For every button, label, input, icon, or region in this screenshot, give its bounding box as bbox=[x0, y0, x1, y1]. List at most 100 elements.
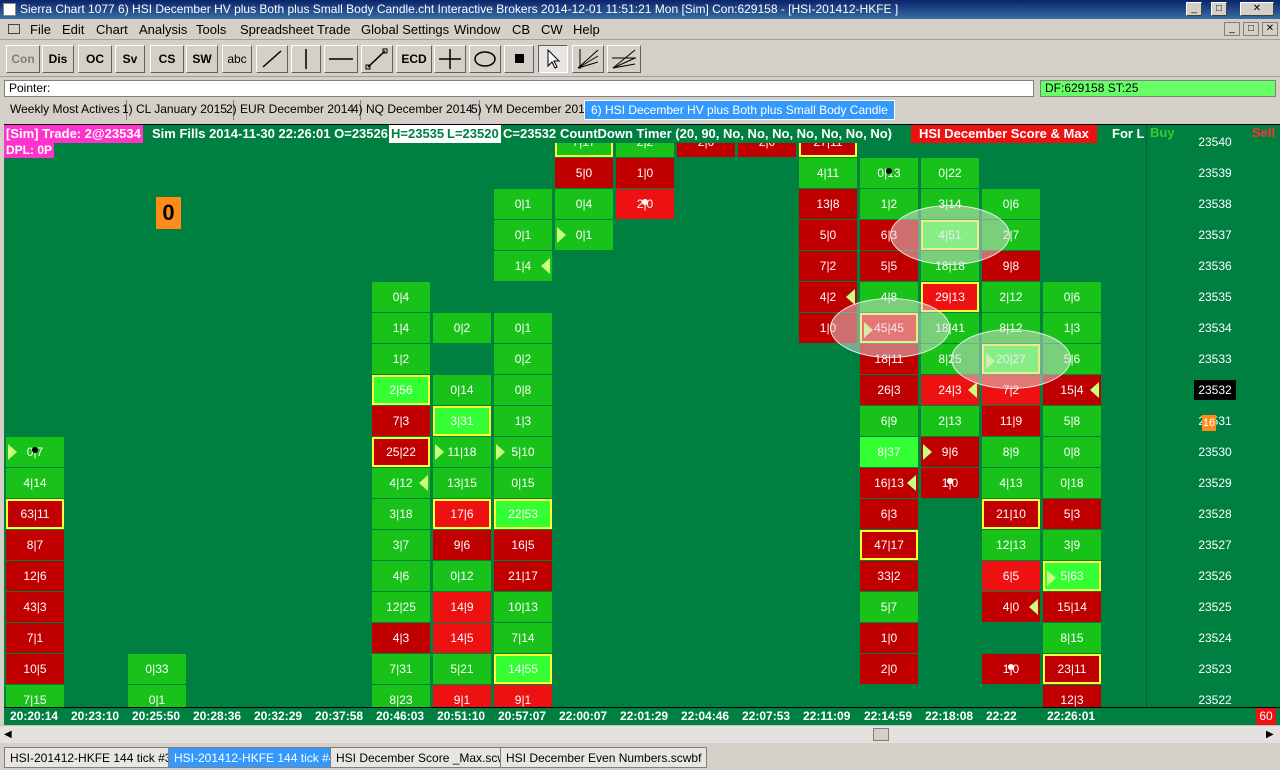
menu-analysis[interactable]: Analysis bbox=[139, 22, 187, 37]
footprint-cell: 0|6 bbox=[1043, 282, 1101, 312]
cell-value: 3|18 bbox=[389, 507, 413, 521]
time-tick-label: 20:23:10 bbox=[71, 709, 120, 723]
cell-value: 1|4 bbox=[392, 321, 410, 335]
cell-value: 5|7 bbox=[880, 600, 898, 614]
footprint-cell: 7|14 bbox=[494, 623, 552, 653]
menu-cb[interactable]: CB bbox=[512, 22, 530, 37]
tab-ym-december[interactable]: 5) YM December 2014 bbox=[465, 100, 599, 120]
cs-button[interactable]: CS bbox=[150, 45, 184, 73]
footprint-cell: 8|15 bbox=[1043, 623, 1101, 653]
disconnect-button[interactable]: Dis bbox=[42, 45, 74, 73]
menu-file[interactable]: File bbox=[30, 22, 51, 37]
vertical-line-tool[interactable] bbox=[291, 45, 321, 73]
cell-value: 5|0 bbox=[575, 166, 593, 180]
tab-hsi-144-3[interactable]: HSI-201412-HKFE 144 tick #3 bbox=[4, 747, 178, 768]
study-label: HSI December Score & Max bbox=[911, 125, 1097, 143]
cell-value: 5|5 bbox=[880, 259, 898, 273]
close-button[interactable]: ✕ bbox=[1240, 2, 1274, 16]
footprint-cell: 0|22 bbox=[921, 158, 979, 188]
footprint-cell: 10|5 bbox=[6, 654, 64, 684]
tab-eur-december[interactable]: 2) EUR December 2014 bbox=[220, 100, 362, 120]
price-scale[interactable]: Buy Sell 23540 23539 23538 23537 23536 23535 2… bbox=[1144, 125, 1280, 707]
scroll-thumb[interactable] bbox=[873, 728, 889, 741]
price-label: 23530 bbox=[1198, 445, 1232, 459]
minimize-button[interactable]: _ bbox=[1186, 2, 1202, 16]
diagonal-line-tool[interactable] bbox=[256, 45, 288, 73]
footprint-cell: 6|9 bbox=[860, 406, 918, 436]
ellipse-tool[interactable] bbox=[469, 45, 501, 73]
menu-help[interactable]: Help bbox=[573, 22, 600, 37]
cell-value: 21|17 bbox=[508, 569, 538, 583]
pointer-tool[interactable] bbox=[538, 45, 568, 73]
menu-cw[interactable]: CW bbox=[541, 22, 563, 37]
footprint-cell: 0|4 bbox=[372, 282, 430, 312]
order-config-button[interactable]: OC bbox=[78, 45, 112, 73]
horizontal-scrollbar[interactable]: ◀ ▶ bbox=[0, 725, 1280, 743]
footprint-cell: 0|13 bbox=[860, 158, 918, 188]
fan-tool[interactable] bbox=[572, 45, 604, 73]
crosshair-tool[interactable] bbox=[434, 45, 466, 73]
time-tick-label: 22:01:29 bbox=[620, 709, 669, 723]
tab-even-numbers[interactable]: HSI December Even Numbers.scwbf bbox=[500, 747, 708, 768]
fan-icon bbox=[577, 49, 599, 69]
text-tool-button[interactable]: abc bbox=[222, 45, 252, 73]
sw-button[interactable]: SW bbox=[186, 45, 218, 73]
footprint-cell: 2|12 bbox=[982, 282, 1040, 312]
mdi-minimize-button[interactable]: _ bbox=[1224, 22, 1240, 36]
cell-value: 2|0 bbox=[880, 662, 898, 676]
connect-button[interactable]: Con bbox=[6, 45, 40, 73]
cell-value: 1|2 bbox=[880, 197, 898, 211]
tab-hsi-december[interactable]: 6) HSI December HV plus Both plus Small … bbox=[584, 100, 895, 120]
menu-global-settings[interactable]: Global Settings bbox=[361, 22, 449, 37]
footprint-cell: 14|9 bbox=[433, 592, 491, 622]
arrow-left-icon bbox=[1029, 599, 1038, 615]
footprint-cell: 6|5 bbox=[982, 561, 1040, 591]
ray-tool[interactable] bbox=[361, 45, 393, 73]
time-tick-label: 22:18:08 bbox=[925, 709, 974, 723]
tab-cl-january[interactable]: 1) CL January 2015 bbox=[116, 100, 234, 120]
cell-value: 3|7 bbox=[392, 538, 410, 552]
tab-weekly-most-actives[interactable]: Weekly Most Actives bbox=[4, 100, 127, 120]
maximize-button[interactable]: □ bbox=[1211, 2, 1227, 16]
cell-value: 8|9 bbox=[1002, 445, 1020, 459]
chart-plot[interactable]: 0|7 4|14 63|11 8|7 12|6 43|3 7|1 10|5 7|15 0|33 0|… bbox=[4, 125, 1144, 707]
mdi-restore-button[interactable]: □ bbox=[1243, 22, 1259, 36]
tab-nq-december[interactable]: 4) NQ December 2014 bbox=[346, 100, 480, 120]
rectangle-tool[interactable] bbox=[504, 45, 534, 73]
document-icon[interactable] bbox=[8, 24, 20, 34]
cell-value: 11|18 bbox=[447, 445, 477, 459]
horizontal-line-tool[interactable] bbox=[324, 45, 358, 73]
cell-value: 25|22 bbox=[386, 445, 416, 459]
scroll-left-icon[interactable]: ◀ bbox=[4, 729, 12, 740]
menu-window[interactable]: Window bbox=[454, 22, 500, 37]
fill-dot bbox=[947, 478, 953, 484]
cell-value: 4|11 bbox=[816, 166, 840, 180]
fan2-tool[interactable] bbox=[607, 45, 641, 73]
countdown-label: CountDown Timer (20, 90, No, No, No, No,… bbox=[560, 126, 892, 141]
cell-value: 16|13 bbox=[874, 476, 904, 490]
menu-trade[interactable]: Trade bbox=[317, 22, 350, 37]
pointer-icon bbox=[547, 48, 561, 69]
footprint-cell: 4|14 bbox=[6, 468, 64, 498]
menu-chart[interactable]: Chart bbox=[96, 22, 128, 37]
scroll-right-icon[interactable]: ▶ bbox=[1266, 729, 1274, 740]
mdi-close-button[interactable]: ✕ bbox=[1262, 22, 1278, 36]
menu-spreadsheet[interactable]: Spreadsheet bbox=[240, 22, 314, 37]
menu-edit[interactable]: Edit bbox=[62, 22, 84, 37]
sell-label[interactable]: Sell bbox=[1252, 125, 1275, 140]
price-label: 23533 bbox=[1198, 352, 1232, 366]
overlay-counter: 0 bbox=[156, 197, 181, 229]
footprint-cell: 21|10 bbox=[982, 499, 1040, 529]
chart-area[interactable]: 0|7 4|14 63|11 8|7 12|6 43|3 7|1 10|5 7|15 0|33 0|… bbox=[4, 124, 1280, 707]
cell-value: 12|13 bbox=[996, 538, 1026, 552]
save-button[interactable]: Sv bbox=[115, 45, 145, 73]
price-label: 23523 bbox=[1198, 662, 1232, 676]
footprint-cell: 0|1 bbox=[494, 220, 552, 250]
menu-tools[interactable]: Tools bbox=[196, 22, 226, 37]
tab-hsi-144-4[interactable]: HSI-201412-HKFE 144 tick #4 bbox=[168, 747, 342, 768]
footprint-cell: 1|0 bbox=[860, 623, 918, 653]
toolbar: Con Dis OC Sv CS SW abc ECD bbox=[0, 41, 1280, 77]
ecd-button[interactable]: ECD bbox=[396, 45, 432, 73]
buy-label[interactable]: Buy bbox=[1150, 125, 1175, 140]
tab-score-max[interactable]: HSI December Score _Max.scwbf bbox=[330, 747, 523, 768]
